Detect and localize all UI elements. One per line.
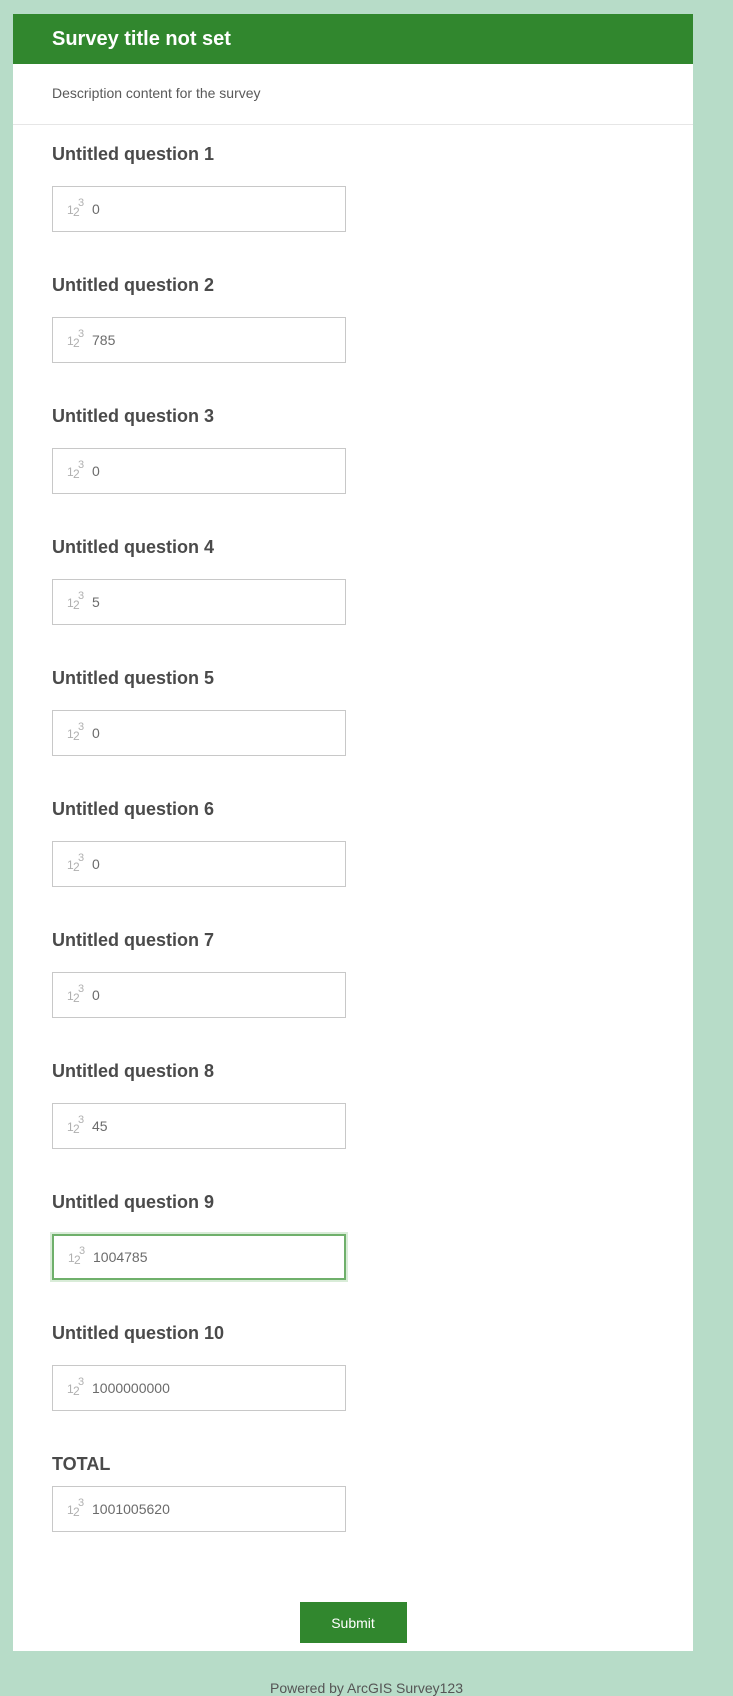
total-question: TOTAL 123 1001005620 xyxy=(52,1453,693,1566)
number-123-icon: 123 xyxy=(67,590,85,612)
question-label: Untitled question 9 xyxy=(52,1192,214,1212)
number-input[interactable]: 123 0 xyxy=(52,972,346,1018)
input-value: 0 xyxy=(92,725,100,741)
number-123-icon: 123 xyxy=(67,852,85,874)
question-4: Untitled question 4 123 5 xyxy=(52,536,693,667)
input-value: 45 xyxy=(92,1118,108,1134)
number-123-icon: 123 xyxy=(67,459,85,481)
input-value: 785 xyxy=(92,332,116,348)
number-input[interactable]: 123 0 xyxy=(52,710,346,756)
number-input[interactable]: 123 0 xyxy=(52,448,346,494)
number-123-icon: 123 xyxy=(67,197,85,219)
number-123-icon: 123 xyxy=(67,983,85,1005)
question-5: Untitled question 5 123 0 xyxy=(52,667,693,798)
question-label: Untitled question 3 xyxy=(52,406,214,426)
question-3: Untitled question 3 123 0 xyxy=(52,405,693,536)
question-label: Untitled question 8 xyxy=(52,1061,214,1081)
total-label: TOTAL xyxy=(52,1454,111,1474)
question-label: Untitled question 4 xyxy=(52,537,214,557)
submit-button[interactable]: Submit xyxy=(299,1602,407,1643)
number-input[interactable]: 123 1000000000 xyxy=(52,1365,346,1411)
number-input[interactable]: 123 0 xyxy=(52,186,346,232)
question-1: Untitled question 1 123 0 xyxy=(52,143,693,274)
number-123-icon: 123 xyxy=(67,328,85,350)
question-label: Untitled question 10 xyxy=(52,1323,225,1343)
input-value: 0 xyxy=(92,201,100,217)
input-value: 5 xyxy=(92,594,100,610)
question-10: Untitled question 10 123 1000000000 xyxy=(52,1322,693,1453)
question-list: Untitled question 1 123 0 Untitled quest… xyxy=(13,125,693,1566)
question-label: Untitled question 6 xyxy=(52,799,214,819)
input-value: 1000000000 xyxy=(92,1380,170,1396)
total-input[interactable]: 123 1001005620 xyxy=(52,1486,346,1532)
number-input[interactable]: 123 785 xyxy=(52,317,346,363)
input-value: 1001005620 xyxy=(92,1501,170,1517)
survey-card: Survey title not set Description content… xyxy=(13,14,693,1651)
number-123-icon: 123 xyxy=(67,721,85,743)
question-6: Untitled question 6 123 0 xyxy=(52,798,693,929)
number-123-icon: 123 xyxy=(67,1376,85,1398)
number-123-icon: 123 xyxy=(68,1245,86,1267)
question-7: Untitled question 7 123 0 xyxy=(52,929,693,1060)
number-input[interactable]: 123 45 xyxy=(52,1103,346,1149)
number-input[interactable]: 123 5 xyxy=(52,579,346,625)
question-8: Untitled question 8 123 45 xyxy=(52,1060,693,1191)
question-label: Untitled question 5 xyxy=(52,668,214,688)
powered-by-footer: Powered by ArcGIS Survey123 xyxy=(270,1680,463,1696)
input-value: 0 xyxy=(92,987,100,1003)
input-value: 1004785 xyxy=(93,1249,148,1265)
question-label: Untitled question 7 xyxy=(52,930,214,950)
question-label: Untitled question 2 xyxy=(52,275,214,295)
number-input-focused[interactable]: 123 1004785 xyxy=(52,1234,346,1280)
input-value: 0 xyxy=(92,856,100,872)
submit-area: Submit xyxy=(13,1566,693,1643)
question-2: Untitled question 2 123 785 xyxy=(52,274,693,405)
survey-description: Description content for the survey xyxy=(13,64,693,125)
question-label: Untitled question 1 xyxy=(52,144,214,164)
number-123-icon: 123 xyxy=(67,1497,85,1519)
survey-title: Survey title not set xyxy=(13,14,693,64)
number-123-icon: 123 xyxy=(67,1114,85,1136)
input-value: 0 xyxy=(92,463,100,479)
number-input[interactable]: 123 0 xyxy=(52,841,346,887)
question-9: Untitled question 9 123 1004785 xyxy=(52,1191,693,1322)
